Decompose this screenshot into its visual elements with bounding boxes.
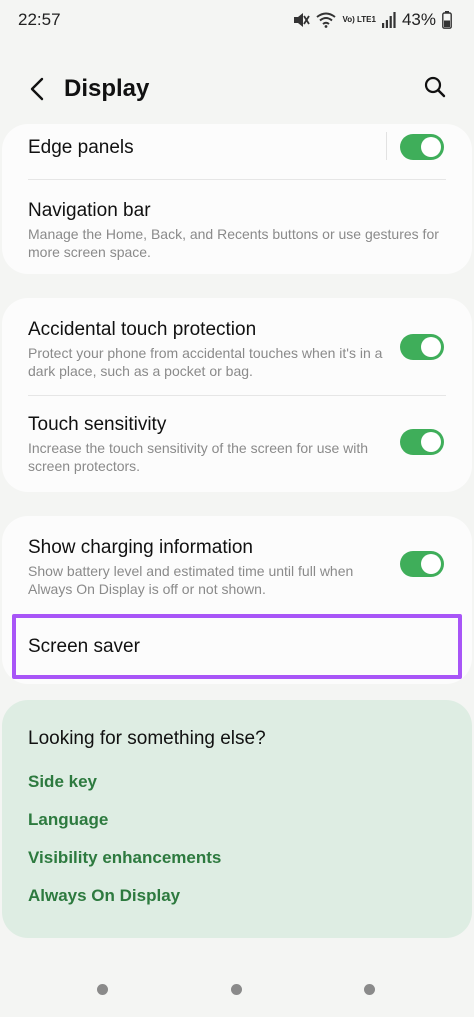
toggle-knob xyxy=(421,337,441,357)
wifi-icon xyxy=(316,12,337,28)
settings-card-touch: Accidental touch protection Protect your… xyxy=(2,298,472,492)
edge-panels-label: Edge panels xyxy=(28,137,134,158)
signal-icon xyxy=(381,12,396,28)
back-arrow-icon xyxy=(29,77,45,106)
toggle-knob xyxy=(421,554,441,574)
setting-navigation-bar[interactable]: Navigation bar Manage the Home, Back, an… xyxy=(2,180,472,274)
suggestion-link-language[interactable]: Language xyxy=(28,810,108,830)
charging-info-description: Show battery level and estimated time un… xyxy=(28,563,354,597)
battery-percent: 43% xyxy=(401,10,436,29)
edge-panels-toggle[interactable] xyxy=(400,134,444,160)
setting-touch-sensitivity[interactable]: Touch sensitivity Increase the touch sen… xyxy=(2,396,472,492)
app-header: Display xyxy=(0,62,474,118)
setting-accidental-touch[interactable]: Accidental touch protection Protect your… xyxy=(2,298,472,394)
page-title: Display xyxy=(64,75,150,102)
home-dot[interactable] xyxy=(231,984,242,995)
status-bar: 22:57 Vo) LTE1 43% xyxy=(0,0,474,40)
recents-dot[interactable] xyxy=(97,984,108,995)
status-time: 22:57 xyxy=(18,10,61,29)
status-icons: Vo) LTE1 43% xyxy=(292,10,452,30)
screen-saver-highlight xyxy=(12,614,462,679)
back-dot[interactable] xyxy=(364,984,375,995)
touch-sensitivity-toggle[interactable] xyxy=(400,429,444,455)
suggestions-card: Looking for something else? Side key Lan… xyxy=(2,700,472,938)
suggestions-title: Looking for something else? xyxy=(28,728,266,749)
battery-icon xyxy=(442,11,452,29)
charging-info-label: Show charging information xyxy=(28,537,253,558)
accidental-touch-description: Protect your phone from accidental touch… xyxy=(28,345,383,379)
navigation-bar-description: Manage the Home, Back, and Recents butto… xyxy=(28,226,439,260)
row-separator xyxy=(386,132,387,160)
navigation-bar-label: Navigation bar xyxy=(28,200,151,221)
touch-sensitivity-description: Increase the touch sensitivity of the sc… xyxy=(28,440,369,474)
charging-info-toggle[interactable] xyxy=(400,551,444,577)
mute-icon xyxy=(292,12,311,28)
toggle-knob xyxy=(421,432,441,452)
back-button[interactable] xyxy=(22,76,52,106)
network-type: Vo) LTE1 xyxy=(342,15,376,24)
accidental-touch-label: Accidental touch protection xyxy=(28,319,257,340)
accidental-touch-toggle[interactable] xyxy=(400,334,444,360)
suggestion-link-aod[interactable]: Always On Display xyxy=(28,886,180,906)
suggestion-link-visibility[interactable]: Visibility enhancements xyxy=(28,848,221,868)
search-button[interactable] xyxy=(420,74,450,104)
toggle-knob xyxy=(421,137,441,157)
touch-sensitivity-label: Touch sensitivity xyxy=(28,414,167,435)
settings-card-navigation: Edge panels Navigation bar Manage the Ho… xyxy=(2,124,472,274)
setting-edge-panels[interactable]: Edge panels xyxy=(2,124,472,180)
search-icon xyxy=(424,76,446,103)
setting-charging-info[interactable]: Show charging information Show battery l… xyxy=(2,516,472,614)
suggestion-link-side-key[interactable]: Side key xyxy=(28,772,97,792)
navigation-bar-gestures xyxy=(0,984,474,996)
